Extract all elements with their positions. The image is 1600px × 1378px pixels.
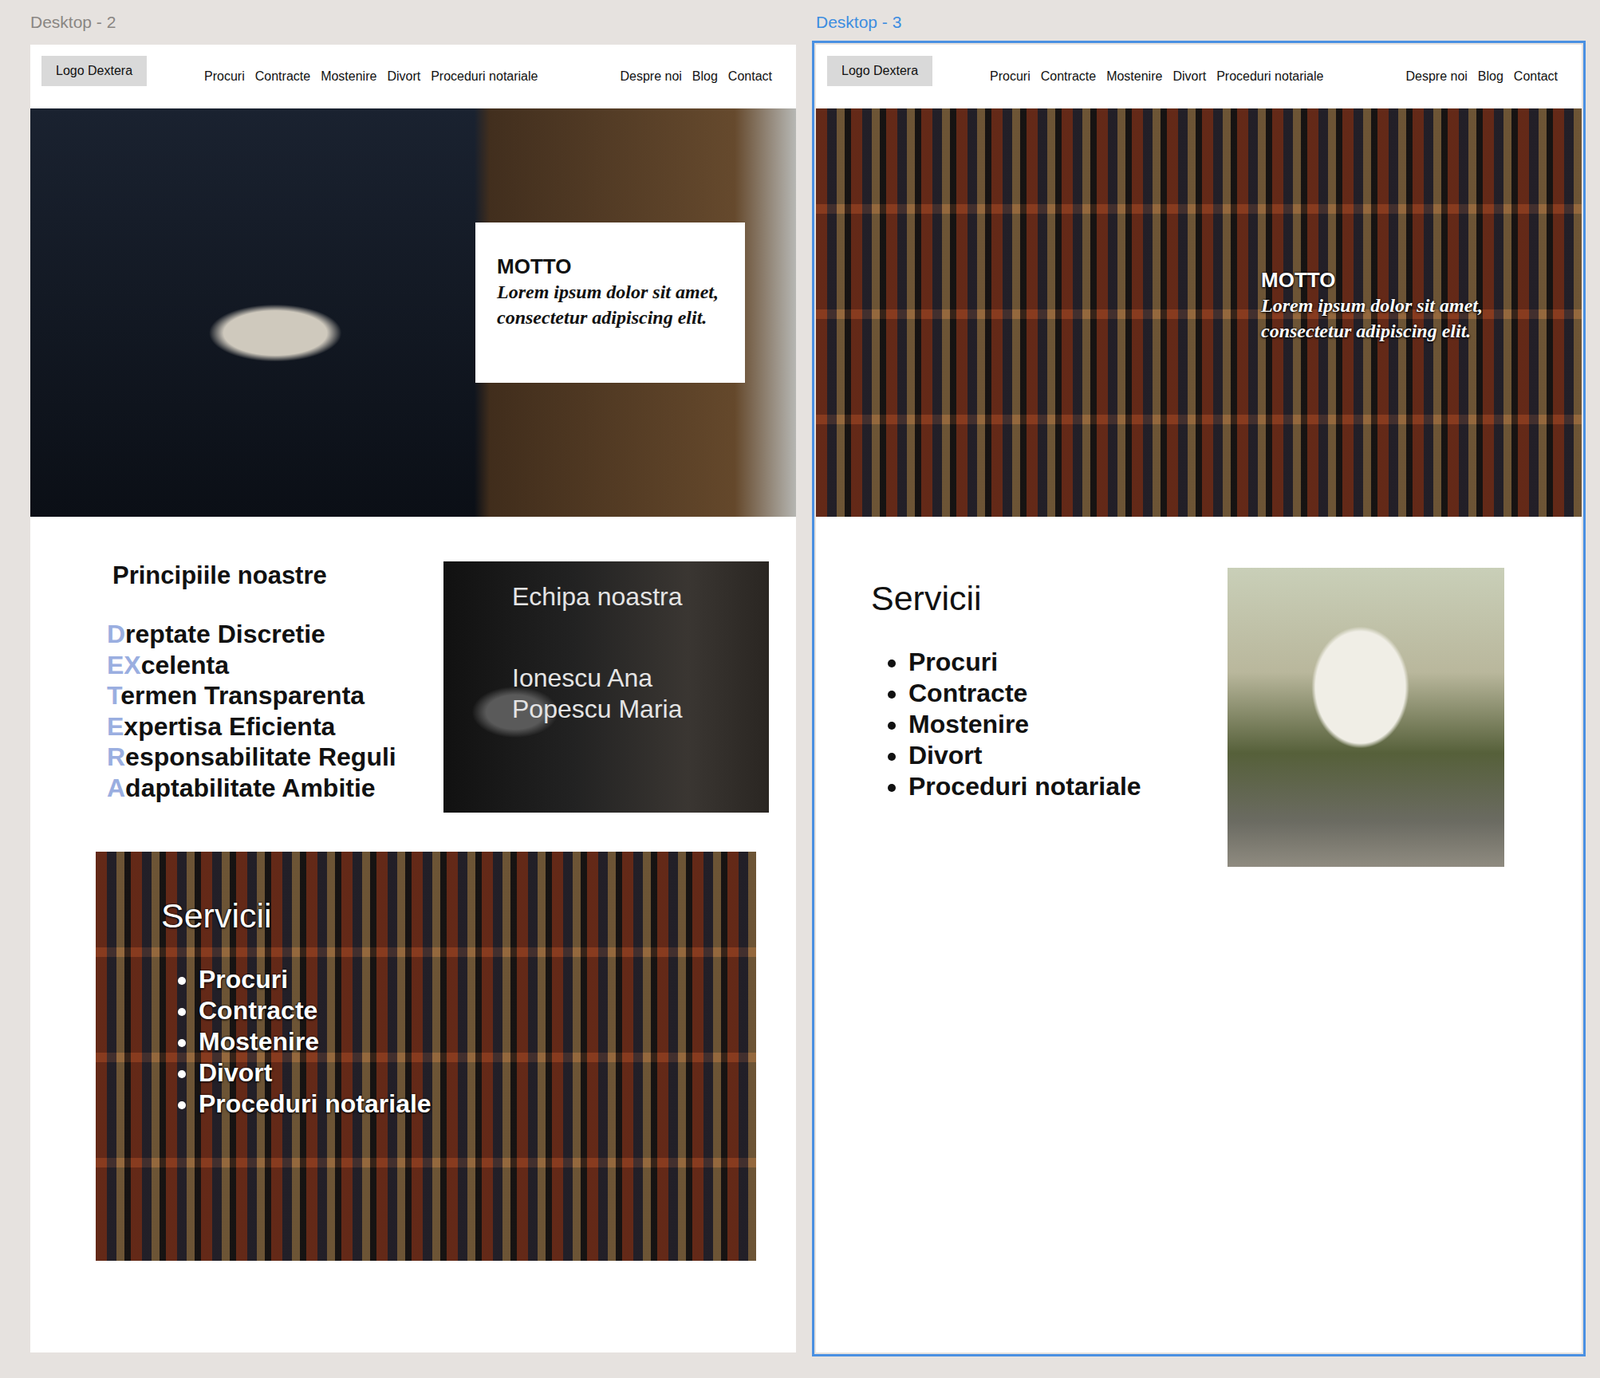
services-section: Servicii ProcuriContracteMostenireDivortP… (95, 851, 757, 1262)
nav-link[interactable]: Contracte (1040, 69, 1096, 84)
logo[interactable]: Logo Dextera (827, 55, 933, 87)
service-item[interactable]: Contracte (908, 677, 1148, 710)
nav-link[interactable]: Despre noi (1405, 69, 1467, 84)
principles-title: Principiile noastre (112, 561, 397, 591)
motto-text: Lorem ipsum dolor sit amet, consectetur … (496, 279, 730, 331)
nav-link[interactable]: Proceduri notariale (1216, 69, 1324, 84)
motto-heading: MOTTO (496, 254, 730, 280)
design-canvas: Desktop - 2Logo DexteraProcuriContracteM… (0, 0, 1600, 1378)
nav-secondary: Despre noi Blog Contact (1405, 69, 1558, 84)
nav-bar: Logo Dextera Procuri Contracte Mostenire Div… (815, 44, 1582, 109)
nav-bar: Logo Dextera Procuri Contracte Mostenire Div… (30, 44, 797, 109)
team-card: Echipa noastra Ionescu AnaPopescu Maria (443, 561, 769, 813)
nav-link[interactable]: Contracte (255, 69, 311, 84)
desktop-frame[interactable]: Logo DexteraProcuriContracteMostenireDiv… (815, 44, 1582, 1353)
motto-text: Lorem ipsum dolor sit amet, consectetur … (1261, 292, 1549, 344)
services-title: Servicii (870, 579, 1148, 619)
frame-label[interactable]: Desktop - 3 (815, 0, 1582, 45)
principle-item: Responsabilitate Reguli (106, 741, 397, 773)
nav-main: Procuri Contracte Mostenire Divort Proceduri… (989, 69, 1324, 84)
motto-card: MOTTOLorem ipsum dolor sit amet, consect… (475, 222, 745, 383)
nav-main: Procuri Contracte Mostenire Divort Proceduri… (204, 69, 538, 84)
nav-link[interactable]: Contact (728, 69, 773, 84)
principle-item: Termen Transparenta (106, 680, 397, 712)
nav-link[interactable]: Contact (1513, 69, 1558, 84)
nav-secondary: Despre noi Blog Contact (619, 69, 773, 84)
principle-item: Dreptate Discretie (106, 618, 397, 651)
nav-link[interactable]: Blog (1477, 69, 1504, 84)
logo[interactable]: Logo Dextera (41, 55, 147, 87)
nav-link[interactable]: Despre noi (619, 69, 682, 84)
frame-column: Desktop - 2Logo DexteraProcuriContracteM… (30, 0, 797, 1378)
services-section: Servicii ProcuriContracteMostenireDivortP… (815, 516, 1582, 867)
principle-item: Expertisa Eficienta (106, 711, 397, 743)
nav-link[interactable]: Mostenire (1106, 69, 1163, 84)
church-photo (1227, 567, 1505, 867)
hero-photo: MOTTOLorem ipsum dolor sit amet, consect… (815, 108, 1582, 517)
team-title: Echipa noastra (512, 582, 753, 612)
nav-link[interactable]: Procuri (204, 69, 245, 84)
principles-list: Dreptate DiscretieEXcelentaTermen Transp… (106, 618, 397, 804)
hero-photo: MOTTOLorem ipsum dolor sit amet, consect… (30, 108, 797, 517)
service-item[interactable]: Procuri (908, 646, 1148, 678)
services-text: Servicii ProcuriContracteMostenireDivortP… (870, 567, 1148, 867)
team-member: Popescu Maria (512, 693, 753, 726)
service-item[interactable]: Mostenire (198, 1026, 757, 1058)
service-item[interactable]: Mostenire (908, 709, 1148, 741)
nav-link[interactable]: Proceduri notariale (430, 69, 538, 84)
service-item[interactable]: Proceduri notariale (908, 771, 1148, 803)
service-item[interactable]: Proceduri notariale (198, 1088, 757, 1120)
team-members: Ionescu AnaPopescu Maria (512, 662, 753, 726)
principle-item: EXcelenta (106, 650, 397, 682)
nav-link[interactable]: Divort (1172, 69, 1206, 84)
nav-link[interactable]: Blog (692, 69, 718, 84)
principle-item: Adaptabilitate Ambitie (106, 772, 397, 804)
about-section: Principiile noastre Dreptate DiscretieEXc… (30, 516, 797, 813)
principles: Principiile noastre Dreptate DiscretieEXc… (106, 561, 397, 813)
service-item[interactable]: Procuri (198, 964, 757, 996)
services-title: Servicii (161, 896, 757, 936)
service-item[interactable]: Divort (198, 1057, 757, 1089)
services-list: ProcuriContracteMostenireDivortProceduri… (870, 646, 1148, 803)
team-member: Ionescu Ana (512, 662, 753, 694)
nav-link[interactable]: Divort (386, 69, 421, 84)
motto-heading: MOTTO (1261, 267, 1549, 293)
services-list: ProcuriContracteMostenireDivortProceduri… (161, 964, 757, 1120)
frame-column: Desktop - 3Logo DexteraProcuriContracteM… (815, 0, 1582, 1378)
frame-label[interactable]: Desktop - 2 (30, 0, 797, 45)
nav-link[interactable]: Procuri (989, 69, 1031, 84)
service-item[interactable]: Divort (908, 740, 1148, 772)
nav-link[interactable]: Mostenire (320, 69, 377, 84)
motto-overlay: MOTTOLorem ipsum dolor sit amet, consect… (1261, 267, 1549, 344)
service-item[interactable]: Contracte (198, 995, 757, 1027)
desktop-frame[interactable]: Logo DexteraProcuriContracteMostenireDiv… (30, 44, 797, 1353)
